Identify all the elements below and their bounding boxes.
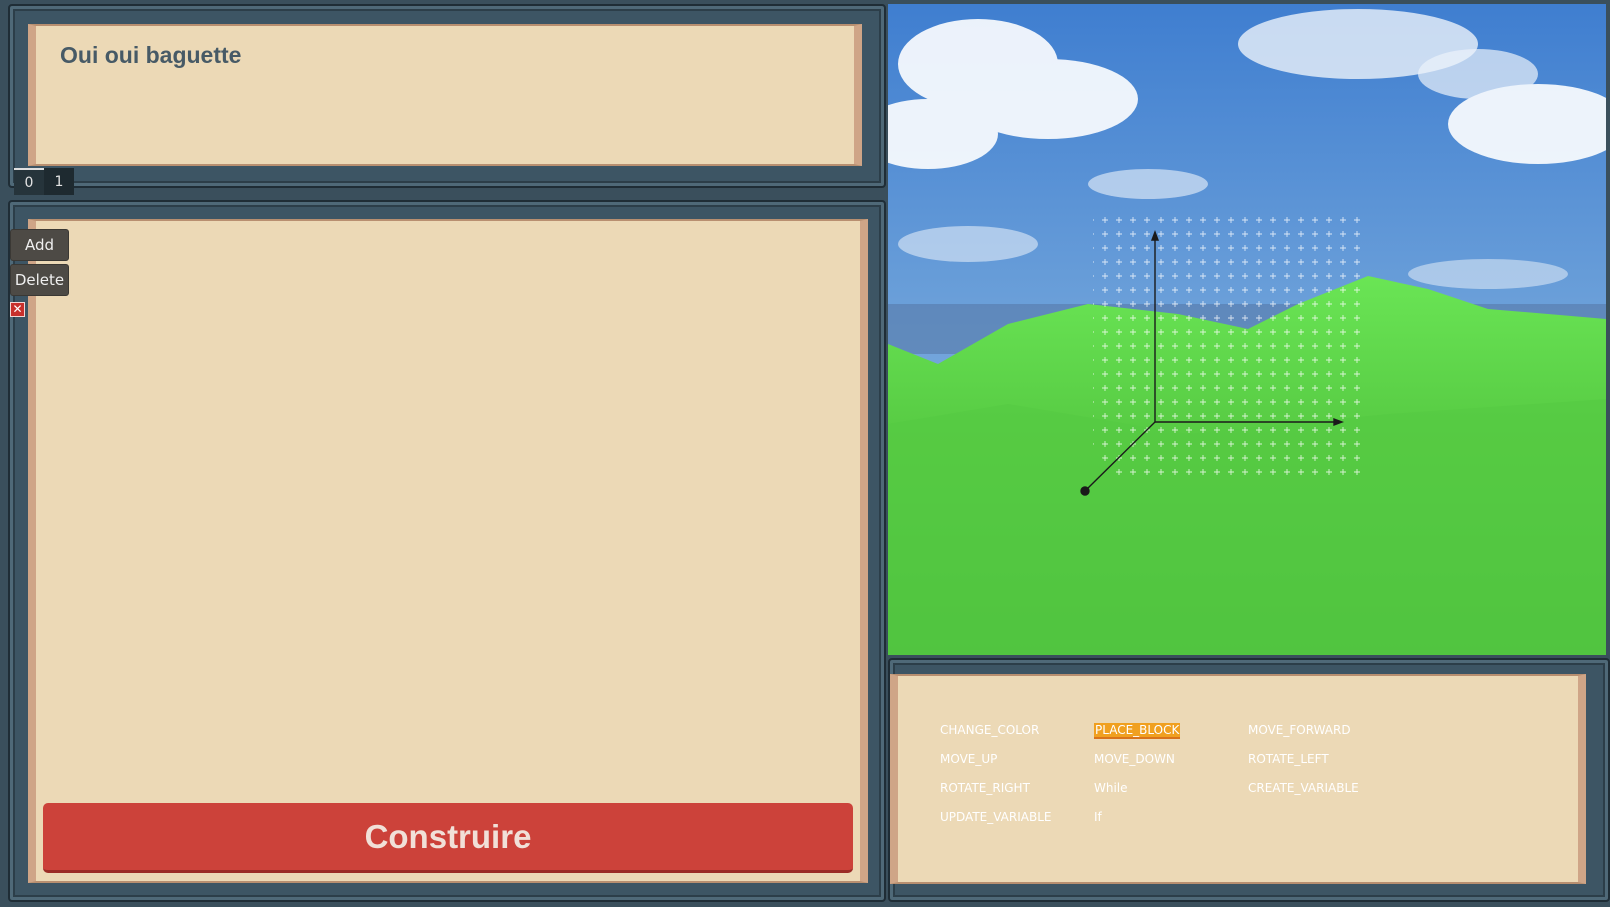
command-create-variable[interactable]: CREATE_VARIABLE xyxy=(1248,780,1402,797)
build-volume xyxy=(1093,211,1368,479)
command-change-color[interactable]: CHANGE_COLOR xyxy=(940,722,1094,739)
game-viewport[interactable] xyxy=(888,4,1606,655)
title-panel: Oui oui baguette xyxy=(28,24,862,166)
command-rotate-right[interactable]: ROTATE_RIGHT xyxy=(940,780,1094,797)
command-move-down[interactable]: MOVE_DOWN xyxy=(1094,751,1248,768)
commands-grid: CHANGE_COLOR PLACE_BLOCK MOVE_FORWARD MO… xyxy=(940,722,1402,826)
title-text: Oui oui baguette xyxy=(60,42,242,68)
scene xyxy=(888,4,1606,655)
add-button[interactable]: Add xyxy=(10,229,69,261)
command-place-block[interactable]: PLACE_BLOCK xyxy=(1094,722,1248,739)
tab-bar: 0 1 xyxy=(14,168,74,195)
tab-0[interactable]: 0 xyxy=(14,168,44,195)
program-panel xyxy=(28,219,868,883)
tab-1[interactable]: 1 xyxy=(44,168,74,195)
command-rotate-left[interactable]: ROTATE_LEFT xyxy=(1248,751,1402,768)
build-button[interactable]: Construire xyxy=(43,803,853,873)
close-icon[interactable]: ✕ xyxy=(10,302,25,317)
command-move-forward[interactable]: MOVE_FORWARD xyxy=(1248,722,1402,739)
delete-button[interactable]: Delete xyxy=(10,264,69,296)
command-update-variable[interactable]: UPDATE_VARIABLE xyxy=(940,809,1094,826)
command-if[interactable]: If xyxy=(1094,809,1248,826)
command-while[interactable]: While xyxy=(1094,780,1248,797)
command-move-up[interactable]: MOVE_UP xyxy=(940,751,1094,768)
